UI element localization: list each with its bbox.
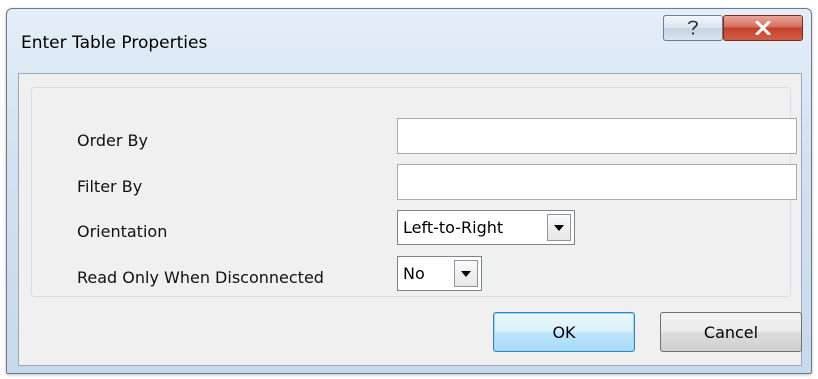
chevron-down-icon [461, 270, 471, 277]
chevron-down-icon [554, 224, 564, 231]
ok-button[interactable]: OK [493, 312, 635, 352]
filter-by-label: Filter By [77, 177, 143, 196]
orientation-select[interactable]: Left-to-Right [397, 210, 575, 245]
orientation-dropdown-button[interactable] [547, 214, 571, 241]
order-by-label: Order By [77, 131, 148, 150]
cancel-button[interactable]: Cancel [660, 312, 802, 352]
help-button[interactable] [663, 15, 723, 41]
read-only-label: Read Only When Disconnected [77, 268, 324, 287]
read-only-dropdown-button[interactable] [454, 260, 478, 287]
close-button[interactable] [723, 15, 803, 41]
close-x-icon [755, 21, 771, 35]
dialog-body: Order By Filter By Orientation Left-to-R… [18, 73, 802, 366]
filter-by-field[interactable] [397, 164, 797, 200]
dialog-window: Enter Table Properties Order By Filter B… [6, 8, 812, 374]
read-only-select[interactable]: No [397, 256, 482, 291]
dialog-title: Enter Table Properties [21, 33, 208, 53]
read-only-value: No [403, 264, 425, 283]
properties-group: Order By Filter By Orientation Left-to-R… [31, 87, 797, 297]
orientation-value: Left-to-Right [403, 218, 504, 237]
orientation-label: Orientation [77, 222, 168, 241]
help-question-icon [688, 20, 698, 35]
order-by-field[interactable] [397, 118, 797, 154]
